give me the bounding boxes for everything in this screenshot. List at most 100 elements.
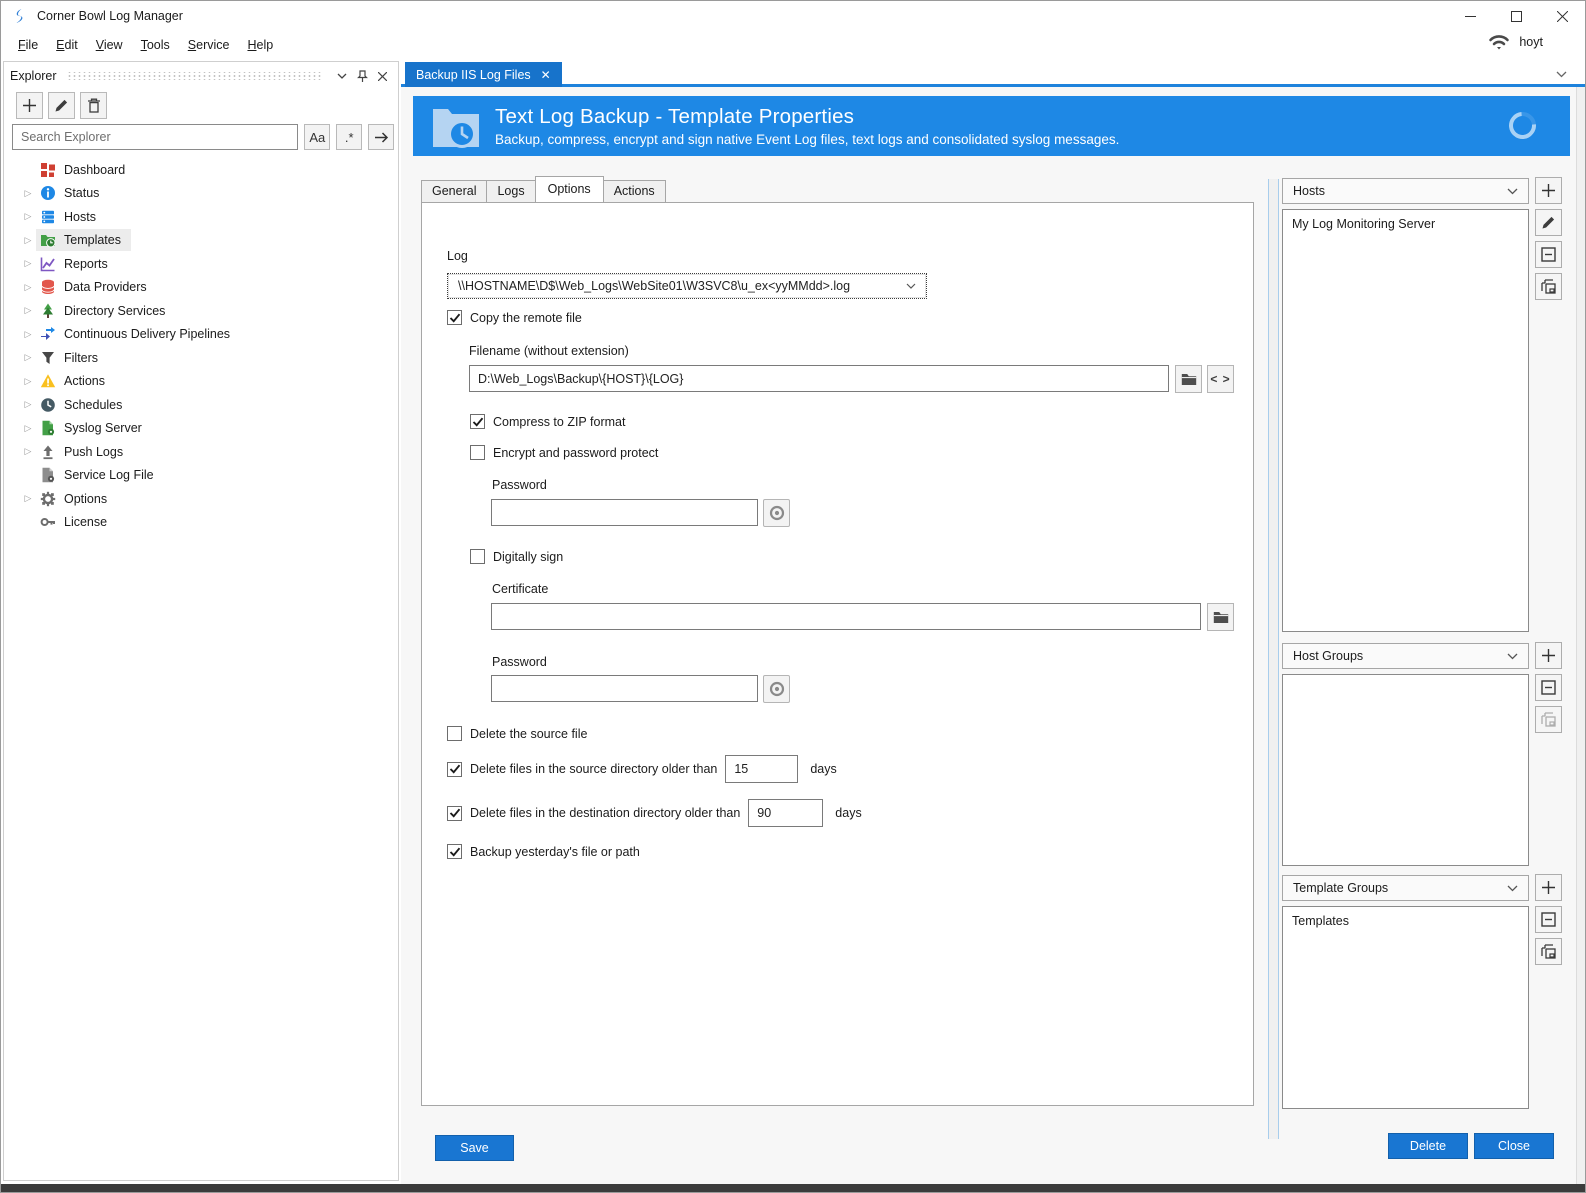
tree-item-dashboard[interactable]: ▷Dashboard bbox=[4, 158, 396, 182]
tree-item-directory-services[interactable]: ▷Directory Services bbox=[4, 299, 396, 323]
delete-item-button[interactable] bbox=[80, 92, 107, 119]
search-go-button[interactable] bbox=[368, 124, 394, 150]
menu-tools[interactable]: Tools bbox=[132, 34, 179, 56]
close-button[interactable] bbox=[1539, 1, 1585, 31]
edit-item-button[interactable] bbox=[48, 92, 75, 119]
tab-backup-iis-log-files[interactable]: Backup IIS Log Files ✕ bbox=[405, 62, 562, 87]
menu-view[interactable]: View bbox=[87, 34, 132, 56]
workspace-scrollbar[interactable] bbox=[1576, 87, 1585, 1184]
host-groups-list[interactable] bbox=[1282, 674, 1529, 866]
remove-host-button[interactable] bbox=[1535, 241, 1562, 268]
hosts-list[interactable]: My Log Monitoring Server bbox=[1282, 209, 1529, 632]
add-host-group-button[interactable] bbox=[1535, 642, 1562, 669]
panel-drag-texture bbox=[67, 72, 322, 80]
copy-template-group-button[interactable] bbox=[1535, 938, 1562, 965]
tab-general[interactable]: General bbox=[421, 180, 487, 202]
hosts-select[interactable]: Hosts bbox=[1282, 178, 1529, 204]
menu-file[interactable]: File bbox=[9, 34, 47, 56]
tree-item-syslog-server[interactable]: ▷Syslog Server bbox=[4, 417, 396, 441]
encrypt-checkbox[interactable] bbox=[470, 445, 485, 460]
templates-icon bbox=[40, 232, 56, 248]
tab-options[interactable]: Options bbox=[535, 176, 604, 202]
certificate-browse-folder-button[interactable] bbox=[1207, 603, 1234, 631]
log-label: Log bbox=[447, 249, 468, 263]
certificate-input[interactable] bbox=[491, 603, 1201, 630]
delete-dest-older-checkbox[interactable] bbox=[447, 806, 462, 821]
backup-yesterday-checkbox[interactable] bbox=[447, 844, 462, 859]
log-combobox[interactable]: \\HOSTNAME\D$\Web_Logs\WebSite01\W3SVC8\… bbox=[447, 273, 927, 299]
source-days-input[interactable] bbox=[725, 755, 798, 783]
source-days-suffix: days bbox=[810, 762, 836, 776]
tree-item-options[interactable]: ▷Options bbox=[4, 487, 396, 511]
remove-template-group-button[interactable] bbox=[1535, 906, 1562, 933]
edit-host-button[interactable] bbox=[1535, 209, 1562, 236]
tree-item-filters[interactable]: ▷Filters bbox=[4, 346, 396, 370]
loading-spinner bbox=[1503, 106, 1541, 144]
password-reveal-eye-icon[interactable] bbox=[763, 499, 790, 527]
maximize-button[interactable] bbox=[1493, 1, 1539, 31]
add-item-button[interactable] bbox=[16, 92, 43, 119]
template-groups-select[interactable]: Template Groups bbox=[1282, 875, 1529, 901]
dest-days-input[interactable] bbox=[748, 799, 823, 827]
sign-password-reveal-eye-icon[interactable] bbox=[763, 675, 790, 703]
service-log-file-icon bbox=[40, 467, 56, 483]
explorer-collapse-chevron-icon[interactable] bbox=[332, 66, 352, 86]
copy-remote-checkbox[interactable] bbox=[447, 310, 462, 325]
pin-icon[interactable] bbox=[352, 66, 372, 86]
template-group-list-item[interactable]: Templates bbox=[1292, 912, 1519, 930]
template-groups-list[interactable]: Templates bbox=[1282, 906, 1529, 1109]
tree-item-hosts[interactable]: ▷Hosts bbox=[4, 205, 396, 229]
tree-item-continuous-delivery-pipelines[interactable]: ▷Continuous Delivery Pipelines bbox=[4, 323, 396, 347]
compress-checkbox[interactable] bbox=[470, 414, 485, 429]
regex-button[interactable]: .* bbox=[336, 124, 362, 150]
tree-item-service-log-file[interactable]: ▷Service Log File bbox=[4, 464, 396, 488]
add-host-button[interactable] bbox=[1535, 177, 1562, 204]
tree-item-data-providers[interactable]: ▷Data Providers bbox=[4, 276, 396, 300]
add-template-group-button[interactable] bbox=[1535, 874, 1562, 901]
delete-source-older-checkbox[interactable] bbox=[447, 762, 462, 777]
remove-host-group-button[interactable] bbox=[1535, 674, 1562, 701]
password-input[interactable] bbox=[491, 499, 758, 526]
banner-subtitle: Backup, compress, encrypt and sign nativ… bbox=[495, 132, 1119, 147]
minimize-button[interactable] bbox=[1447, 1, 1493, 31]
template-properties-banner: Text Log Backup - Template Properties Ba… bbox=[413, 96, 1570, 156]
digitally-sign-checkbox[interactable] bbox=[470, 549, 485, 564]
tab-actions[interactable]: Actions bbox=[603, 180, 666, 202]
menu-help[interactable]: Help bbox=[238, 34, 282, 56]
tree-item-status[interactable]: ▷Status bbox=[4, 182, 396, 206]
host-group-list-item[interactable] bbox=[1292, 680, 1519, 684]
sign-password-input[interactable] bbox=[491, 675, 758, 702]
explorer-close-icon[interactable] bbox=[372, 66, 392, 86]
insert-token-button[interactable]: < > bbox=[1207, 365, 1234, 393]
tree-item-templates[interactable]: ▷Templates bbox=[4, 229, 396, 253]
delete-source-checkbox[interactable] bbox=[447, 726, 462, 741]
reports-icon bbox=[40, 256, 56, 272]
menu-service[interactable]: Service bbox=[179, 34, 239, 56]
assignment-panel: Hosts My Log Monitoring Server Host Grou… bbox=[1282, 177, 1562, 1184]
wifi-icon bbox=[1488, 33, 1510, 50]
filename-input[interactable] bbox=[469, 365, 1169, 392]
tree-item-schedules[interactable]: ▷Schedules bbox=[4, 393, 396, 417]
tree-item-actions[interactable]: ▷Actions bbox=[4, 370, 396, 394]
vertical-splitter[interactable] bbox=[1268, 179, 1279, 1139]
delete-button[interactable]: Delete bbox=[1388, 1133, 1468, 1159]
match-case-button[interactable]: Aa bbox=[304, 124, 330, 150]
search-input[interactable] bbox=[12, 124, 298, 150]
copy-host-button[interactable] bbox=[1535, 273, 1562, 300]
logged-in-user: hoyt bbox=[1519, 35, 1543, 49]
host-groups-select[interactable]: Host Groups bbox=[1282, 643, 1529, 669]
host-list-item[interactable]: My Log Monitoring Server bbox=[1292, 215, 1519, 233]
tab-list-chevron-icon[interactable] bbox=[1556, 67, 1567, 81]
copy-host-group-button[interactable] bbox=[1535, 706, 1562, 733]
tab-logs[interactable]: Logs bbox=[486, 180, 535, 202]
tree-item-license[interactable]: ▷License bbox=[4, 511, 396, 535]
filename-browse-folder-button[interactable] bbox=[1175, 365, 1202, 393]
tree-item-push-logs[interactable]: ▷Push Logs bbox=[4, 440, 396, 464]
tree-item-reports[interactable]: ▷Reports bbox=[4, 252, 396, 276]
compress-row: Compress to ZIP format bbox=[470, 414, 625, 429]
close-template-button[interactable]: Close bbox=[1474, 1133, 1554, 1159]
explorer-tree: ▷Dashboard ▷Status ▷Hosts ▷Templates ▷Re… bbox=[4, 158, 396, 534]
tab-close-icon[interactable]: ✕ bbox=[541, 68, 551, 82]
save-button[interactable]: Save bbox=[435, 1135, 514, 1161]
menu-edit[interactable]: Edit bbox=[47, 34, 87, 56]
